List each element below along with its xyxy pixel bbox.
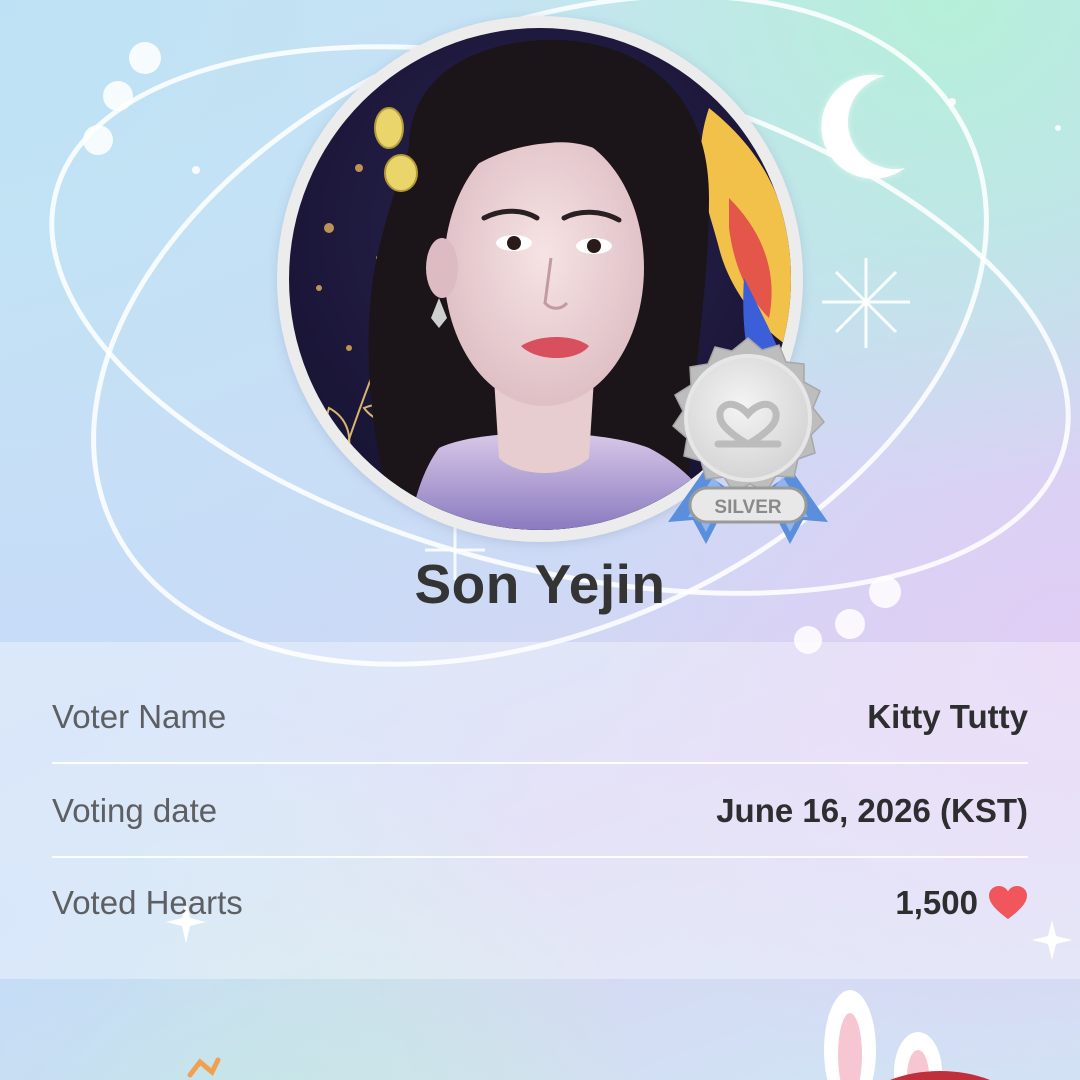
heart-icon — [989, 886, 1027, 919]
voted-hearts-value: 1,500 — [895, 884, 978, 921]
crescent-moon-icon — [821, 74, 905, 179]
voter-name-value: Kitty Tutty — [867, 698, 1028, 735]
bunny-icon — [824, 990, 990, 1080]
voting-date-label: Voting date — [52, 792, 218, 829]
medal-label: SILVER — [714, 497, 781, 518]
voting-date-row: Voting date June 16, 2026 (KST) — [52, 766, 1028, 858]
voter-name-row: Voter Name Kitty Tutty — [52, 672, 1028, 764]
voted-hearts-row: Voted Hearts 1,500 — [52, 858, 1028, 948]
silver-medal-icon: SILVER — [668, 337, 828, 544]
bottom-decoration — [187, 990, 990, 1080]
voting-date-value: June 16, 2026 (KST) — [716, 792, 1028, 829]
vote-details-panel: Voter Name Kitty Tutty Voting date June … — [0, 642, 1080, 979]
voted-hearts-value-group: 1,500 — [895, 884, 1028, 922]
voter-name-label: Voter Name — [52, 698, 227, 735]
voted-hearts-label: Voted Hearts — [52, 884, 243, 921]
idol-name: Son Yejin — [414, 553, 666, 615]
